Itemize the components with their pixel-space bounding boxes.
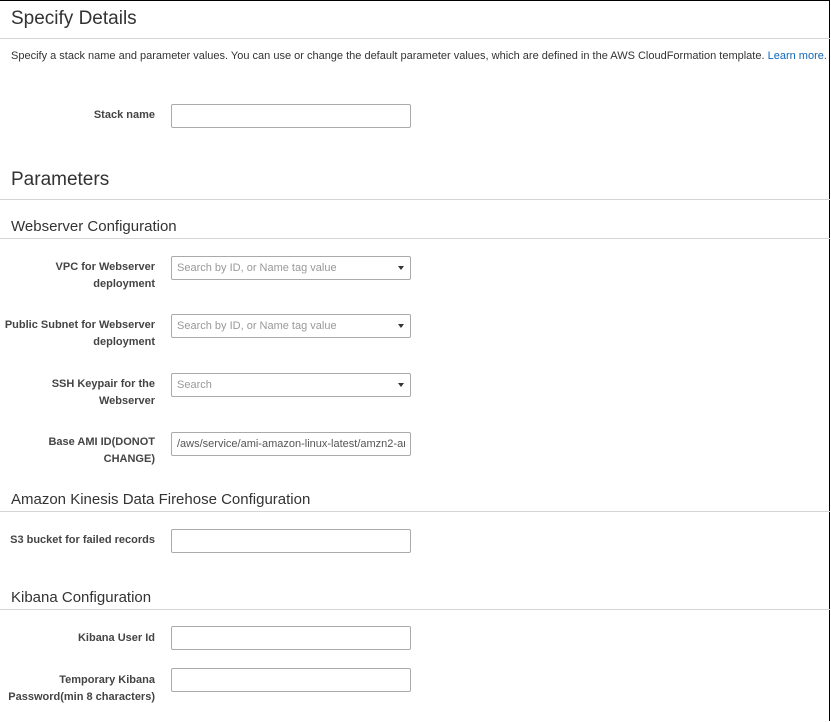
kibana-user-label: Kibana User Id (77, 632, 155, 644)
stack-name-input[interactable] (171, 104, 411, 128)
subnet-select-placeholder: Search by ID, or Name tag value (177, 320, 337, 332)
kibana-password-input[interactable] (171, 668, 411, 692)
chevron-down-icon (398, 324, 404, 328)
divider (0, 199, 830, 200)
subnet-select[interactable]: Search by ID, or Name tag value (171, 314, 411, 338)
description-text: Specify a stack name and parameter value… (11, 50, 765, 62)
chevron-down-icon (398, 266, 404, 270)
section-title-specify-details: Specify Details (11, 8, 137, 29)
group-title-kibana-configuration: Kibana Configuration (11, 589, 152, 606)
kibana-user-input[interactable] (171, 626, 411, 650)
vpc-select[interactable]: Search by ID, or Name tag value (171, 256, 411, 280)
s3-bucket-input[interactable] (171, 529, 411, 553)
subnet-label: Public Subnet for Webserver deployment (4, 319, 155, 348)
section-description: Specify a stack name and parameter value… (11, 49, 827, 63)
keypair-label: SSH Keypair for the Webserver (51, 378, 155, 407)
keypair-select-placeholder: Search (177, 379, 212, 391)
s3-bucket-label: S3 bucket for failed records (10, 534, 155, 546)
divider (0, 238, 830, 239)
divider (0, 38, 830, 39)
divider (0, 511, 830, 512)
ami-input[interactable] (171, 432, 411, 456)
vpc-label: VPC for Webserver deployment (55, 261, 155, 290)
learn-more-link[interactable]: Learn more. (768, 50, 827, 62)
vpc-select-placeholder: Search by ID, or Name tag value (177, 262, 337, 274)
divider (0, 609, 830, 610)
chevron-down-icon (398, 383, 404, 387)
kibana-password-label: Temporary Kibana Password(min 8 characte… (8, 674, 155, 703)
keypair-select[interactable]: Search (171, 373, 411, 397)
ami-label: Base AMI ID(DONOT CHANGE) (48, 436, 155, 465)
section-title-parameters: Parameters (11, 169, 110, 190)
group-title-firehose-configuration: Amazon Kinesis Data Firehose Configurati… (11, 491, 311, 508)
stack-name-label: Stack name (93, 109, 155, 121)
group-title-webserver-configuration: Webserver Configuration (11, 218, 177, 235)
